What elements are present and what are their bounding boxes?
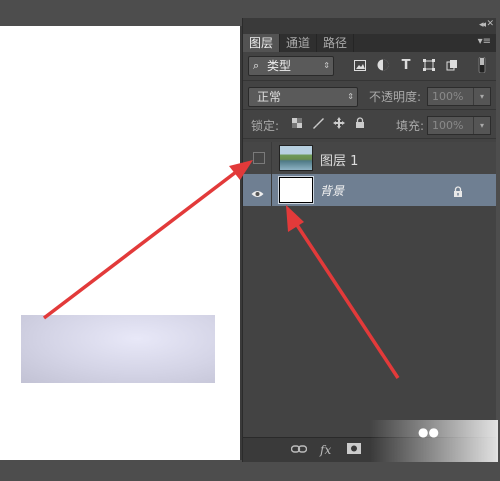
dropdown-arrow-icon[interactable]: ▾ <box>473 88 490 105</box>
lock-options <box>290 116 367 130</box>
tab-layers[interactable]: 图层 <box>243 34 281 52</box>
adjustment-filter-icon[interactable] <box>376 58 390 72</box>
layer-thumbnail <box>279 145 313 171</box>
eye-icon[interactable] <box>251 184 264 203</box>
document-canvas[interactable] <box>0 26 240 460</box>
blend-row: 正常 ⇕ 不透明度: 100% ▾ <box>243 81 496 110</box>
fill-value: 100% <box>432 119 464 132</box>
lock-row: 锁定: 填充: 100% ▾ <box>243 110 496 139</box>
dropdown-arrow-icon[interactable]: ▾ <box>473 117 490 134</box>
smart-object-filter-icon[interactable] <box>445 58 459 72</box>
lock-all-icon[interactable] <box>353 116 367 130</box>
collapse-icon[interactable]: ◂◂ <box>479 20 486 30</box>
lock-move-icon[interactable] <box>332 116 346 130</box>
close-icon[interactable]: ✕ <box>486 19 494 29</box>
panel-tabs: 图层 通道 路径 ▾≡ <box>243 34 496 52</box>
blend-mode-value: 正常 <box>257 90 282 104</box>
layer-name[interactable]: 背景 <box>320 182 344 199</box>
panel-titlebar: ◂◂ ✕ <box>243 18 496 34</box>
opacity-label: 不透明度: <box>369 90 422 104</box>
type-filter-icon[interactable]: T <box>399 58 413 73</box>
visibility-toggle[interactable] <box>243 174 272 206</box>
layer-row-layer1[interactable]: 图层 1 <box>243 142 496 175</box>
fill-input[interactable]: 100% ▾ <box>427 116 491 135</box>
opacity-value: 100% <box>432 90 464 103</box>
mask-icon[interactable] <box>347 443 361 457</box>
lock-brush-icon[interactable] <box>311 116 325 130</box>
opacity-input[interactable]: 100% ▾ <box>427 87 491 106</box>
visibility-toggle[interactable] <box>243 142 272 174</box>
lock-icon <box>453 183 463 202</box>
shape-filter-icon[interactable] <box>422 58 436 72</box>
fill-label: 填充: <box>396 119 425 133</box>
panel-menu-icon[interactable]: ▾≡ <box>478 36 491 47</box>
layers-panel: ◂◂ ✕ 图层 通道 路径 ▾≡ ⌕ 类型 ⇕ T 正常 ⇕ 不透明度: 100… <box>242 18 496 462</box>
lock-label: 锁定: <box>251 119 280 133</box>
tab-channels[interactable]: 通道 <box>280 34 318 52</box>
layer-name[interactable]: 图层 1 <box>320 150 358 169</box>
tab-paths[interactable]: 路径 <box>317 34 355 52</box>
link-icon[interactable] <box>290 443 308 457</box>
search-icon: ⌕ <box>253 59 260 72</box>
updown-caret-icon: ⇕ <box>347 92 354 101</box>
filter-kind-select[interactable]: ⌕ 类型 ⇕ <box>248 56 334 76</box>
filter-kind-label: 类型 <box>267 59 292 73</box>
layer-thumbnail <box>278 176 314 204</box>
filter-row: ⌕ 类型 ⇕ T <box>243 52 496 81</box>
fx-icon[interactable]: fx <box>320 443 331 457</box>
watermark-logo: ●● <box>418 425 439 439</box>
blend-mode-select[interactable]: 正常 ⇕ <box>248 87 358 107</box>
filter-toggle-icon[interactable] <box>475 57 489 73</box>
updown-caret-icon: ⇕ <box>323 61 330 70</box>
hidden-visibility-box[interactable] <box>253 152 265 164</box>
gradient-rectangle[interactable] <box>21 315 215 383</box>
pixel-filter-icon[interactable] <box>353 58 367 72</box>
layer-row-background[interactable]: 背景 <box>243 174 496 206</box>
lock-transparent-icon[interactable] <box>290 116 304 130</box>
